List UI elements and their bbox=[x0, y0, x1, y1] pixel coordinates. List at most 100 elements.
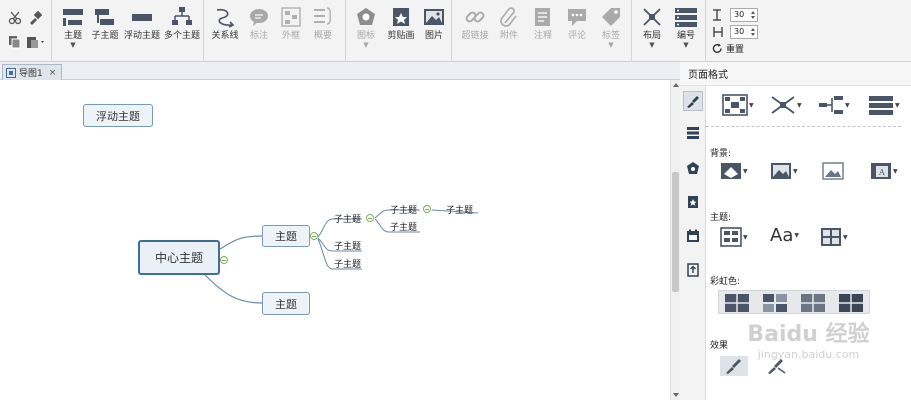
mindmap-canvas[interactable]: 浮动主题 中心主题 主题 主题 子主题 子主题 子主题 子主题 子主题 子主题 bbox=[0, 80, 670, 400]
horizontal-spacing-icon bbox=[713, 9, 721, 21]
scroll-up-icon[interactable] bbox=[673, 83, 679, 87]
image-button[interactable]: 图片 bbox=[420, 6, 448, 58]
subtopic-2[interactable]: 子主题 bbox=[334, 239, 361, 252]
mindmap-doc-icon bbox=[6, 67, 16, 78]
vertical-spacing-row: 30 bbox=[712, 25, 758, 39]
rail-export-button[interactable] bbox=[683, 260, 703, 280]
layout-button[interactable]: 布局 ▼ bbox=[638, 6, 666, 58]
rail-marker-button[interactable] bbox=[683, 158, 703, 178]
background-color-button[interactable]: ▼ bbox=[720, 162, 748, 180]
scroll-down-icon[interactable] bbox=[673, 393, 679, 397]
copy-icon[interactable] bbox=[8, 34, 22, 53]
topic-tools-group: 主题 ▼ 子主题 浮动主题 多个主题 bbox=[52, 0, 204, 62]
rainbow-option-3[interactable] bbox=[801, 294, 825, 312]
collapse-nested-icon[interactable] bbox=[423, 205, 431, 213]
summary-button[interactable]: 概要 bbox=[310, 6, 336, 58]
scroll-thumb[interactable] bbox=[672, 172, 679, 292]
paste-icon[interactable] bbox=[26, 34, 46, 53]
topic-2[interactable]: 主题 bbox=[262, 292, 310, 315]
format-painter-icon[interactable] bbox=[28, 10, 43, 29]
structure-branch-button[interactable]: ▼ bbox=[818, 94, 850, 116]
attachment-button[interactable]: 附件 bbox=[496, 6, 522, 58]
topic-2-text: 主题 bbox=[275, 297, 297, 311]
format-panel-rail bbox=[680, 86, 706, 400]
document-tab[interactable]: 导图1 × bbox=[2, 64, 62, 80]
horizontal-spacing-input[interactable]: 30 bbox=[730, 8, 758, 22]
rainbow-grid-icon bbox=[725, 294, 749, 312]
collapse-topic-1-icon[interactable] bbox=[310, 232, 318, 240]
relationship-icon bbox=[216, 8, 235, 28]
subtopic-nested-2[interactable]: 子主题 bbox=[390, 220, 417, 233]
comment-label: 评论 bbox=[567, 31, 586, 41]
close-tab-icon[interactable]: × bbox=[49, 68, 57, 78]
topic-1[interactable]: 主题 bbox=[262, 225, 310, 247]
numbered-list-icon bbox=[869, 96, 893, 115]
clipart-icon bbox=[393, 8, 409, 26]
rail-style-button[interactable] bbox=[683, 91, 703, 111]
image-label: 图片 bbox=[424, 31, 443, 41]
topic-icon bbox=[63, 9, 83, 26]
boundary-button[interactable]: 外框 bbox=[278, 6, 304, 58]
subtopic-icon bbox=[95, 9, 114, 25]
multiple-topics-button[interactable]: 多个主题 bbox=[164, 6, 200, 58]
floating-topic-button[interactable]: 浮动主题 bbox=[124, 6, 160, 58]
rail-clipart-button[interactable] bbox=[683, 192, 703, 212]
rainbow-option-2[interactable] bbox=[763, 294, 787, 312]
branch-structure-icon bbox=[819, 96, 843, 114]
comment-icon bbox=[568, 9, 586, 26]
theme-font-button[interactable]: Aa ▼ bbox=[770, 225, 799, 246]
hyperlink-button[interactable]: 超链接 bbox=[460, 6, 490, 58]
subtopic-1[interactable]: 子主题 bbox=[334, 212, 361, 225]
numbering-button[interactable]: 编号 ▼ bbox=[672, 6, 700, 58]
background-picture-button[interactable] bbox=[822, 162, 844, 180]
layout-caret-icon[interactable]: ▼ bbox=[649, 41, 654, 49]
collapse-central-icon[interactable] bbox=[220, 256, 228, 264]
collapse-subtopic-1-icon[interactable] bbox=[366, 214, 374, 222]
topic-button[interactable]: 主题 ▼ bbox=[58, 6, 88, 58]
marker-caret-icon[interactable]: ▼ bbox=[363, 41, 368, 49]
topic-caret-icon[interactable]: ▼ bbox=[70, 41, 75, 49]
background-image-button[interactable]: ▼ bbox=[770, 162, 798, 180]
callout-button[interactable]: 标注 bbox=[246, 6, 272, 58]
structure-map-button[interactable]: ▼ bbox=[722, 94, 754, 116]
relationship-button[interactable]: 关系线 bbox=[210, 6, 240, 58]
rail-outline-button[interactable] bbox=[683, 123, 703, 143]
clipart-button[interactable]: 剪贴画 bbox=[386, 6, 416, 58]
rainbow-option-1[interactable] bbox=[725, 294, 749, 312]
reset-label: 重置 bbox=[726, 45, 745, 55]
toolbar: 主题 ▼ 子主题 浮动主题 多个主题 关系线 标注 外框 概要 图标 ▼ 剪贴画… bbox=[0, 0, 911, 62]
boundary-icon bbox=[281, 7, 301, 27]
rail-calendar-button[interactable] bbox=[683, 226, 703, 246]
subtopic-3[interactable]: 子主题 bbox=[334, 257, 361, 270]
list-icon bbox=[687, 127, 699, 139]
marker-button[interactable]: 图标 ▼ bbox=[352, 6, 380, 58]
floating-topic[interactable]: 浮动主题 bbox=[83, 104, 153, 127]
subtopic-deep[interactable]: 子主题 bbox=[446, 203, 473, 216]
rainbow-option-4[interactable] bbox=[839, 294, 863, 312]
link-icon bbox=[465, 11, 485, 23]
subtopic-nested-1[interactable]: 子主题 bbox=[390, 203, 417, 216]
rainbow-light-icon bbox=[801, 294, 825, 312]
central-topic[interactable]: 中心主题 bbox=[138, 240, 220, 275]
notes-button[interactable]: 注释 bbox=[530, 6, 556, 58]
multiple-topics-icon bbox=[172, 7, 192, 25]
background-watermark-button[interactable]: A ▼ bbox=[870, 162, 898, 180]
theme-color-button[interactable]: ▼ bbox=[820, 227, 848, 247]
vertical-spacing-input[interactable]: 30 bbox=[730, 25, 758, 39]
theme-color-icon bbox=[821, 228, 841, 246]
background-image-icon bbox=[771, 163, 791, 179]
canvas-vertical-scrollbar[interactable] bbox=[670, 80, 680, 400]
reset-button[interactable]: 重置 bbox=[712, 42, 744, 55]
attachment-label: 附件 bbox=[499, 31, 518, 41]
comment-button[interactable]: 评论 bbox=[564, 6, 590, 58]
background-section-label: 背景: bbox=[710, 149, 732, 159]
subtopic-label: 子主题 bbox=[91, 31, 119, 41]
label-caret-icon[interactable]: ▼ bbox=[608, 41, 613, 49]
numbering-caret-icon[interactable]: ▼ bbox=[683, 41, 688, 49]
cut-icon[interactable] bbox=[8, 10, 22, 29]
theme-layout-button[interactable]: ▼ bbox=[720, 227, 748, 247]
structure-layout-button[interactable]: ▼ bbox=[770, 94, 802, 116]
label-button[interactable]: 标签 ▼ bbox=[598, 6, 624, 58]
structure-list-button[interactable]: ▼ bbox=[868, 94, 900, 116]
subtopic-button[interactable]: 子主题 bbox=[90, 6, 120, 58]
